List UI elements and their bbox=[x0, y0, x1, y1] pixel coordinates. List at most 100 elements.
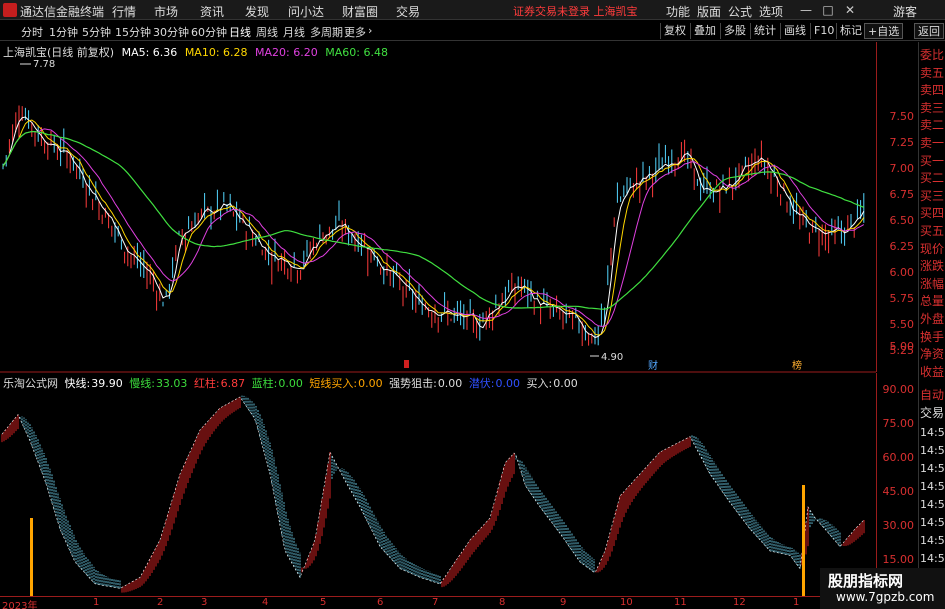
ranking-event-marker: 榜 bbox=[792, 359, 802, 372]
menu-item-options[interactable]: 选项 bbox=[759, 3, 783, 20]
quote-field-label: 换手 bbox=[920, 329, 945, 344]
quote-field-label: 卖五 bbox=[920, 65, 945, 80]
menu-item-quotes[interactable]: 行情 bbox=[112, 3, 136, 20]
price-tick: 5.75 bbox=[889, 292, 915, 305]
menu-item-discover[interactable]: 发现 bbox=[245, 3, 269, 20]
trade-time-label: 14:56 bbox=[920, 426, 945, 439]
fast-line bbox=[1, 396, 865, 589]
date-tick: 1 bbox=[793, 597, 800, 608]
kline-chart[interactable]: 7.78 4.90 财 榜 bbox=[0, 42, 876, 609]
strong-snipe-value: 0.00 bbox=[437, 377, 463, 390]
trade-label[interactable]: 交易 bbox=[920, 404, 945, 422]
price-tick: 5.50 bbox=[889, 318, 915, 331]
period-intraday[interactable]: 分时 bbox=[21, 24, 43, 40]
statistics-button[interactable]: 统计 bbox=[750, 23, 779, 39]
ma20-label: MA20: 6.20 bbox=[255, 46, 318, 59]
trade-time-label: 14:56 bbox=[920, 534, 945, 547]
short-buy-label: 短线买入: bbox=[309, 377, 358, 390]
mark-button[interactable]: 标记 bbox=[836, 23, 865, 39]
draw-line-button[interactable]: 画线 bbox=[780, 23, 809, 39]
adjust-button[interactable]: 复权 bbox=[660, 23, 689, 39]
trade-time-label: 14:56 bbox=[920, 462, 945, 475]
short-buy-value: 0.00 bbox=[358, 377, 383, 390]
menu-item-trade[interactable]: 交易 bbox=[396, 3, 420, 20]
menu-item-ask[interactable]: 问小达 bbox=[288, 3, 324, 20]
period-5min[interactable]: 5分钟 bbox=[82, 24, 111, 40]
slow-line-value: 33.03 bbox=[155, 377, 188, 390]
quote-side-panel: 委比 卖五 卖四 卖三 卖二 卖一 买一 买二 买三 买四 买五 现价 涨跌 涨幅 总量 外盘 换手 净资 收益 自… bbox=[918, 42, 945, 609]
multi-stock-button[interactable]: 多股 bbox=[720, 23, 749, 39]
quote-field-label: 涨幅 bbox=[920, 276, 945, 291]
menu-item-wealth[interactable]: 财富圈 bbox=[342, 3, 378, 20]
strong-snipe-label: 强势狙击: bbox=[389, 377, 437, 390]
trade-time-label: 14:56 bbox=[920, 516, 945, 529]
user-label[interactable]: 游客 bbox=[893, 3, 917, 20]
menu-item-news[interactable]: 资讯 bbox=[200, 3, 224, 20]
site-watermark: 股朋指标网 www.7gpzb.com bbox=[820, 568, 945, 609]
price-tick: 6.50 bbox=[889, 214, 915, 227]
blue-bar-value: 0.00 bbox=[278, 377, 303, 390]
quote-field-label: 涨跌 bbox=[920, 259, 945, 274]
ma10-label: MA10: 6.28 bbox=[184, 46, 248, 59]
red-bar-value: 6.87 bbox=[220, 377, 246, 390]
high-price-marker: 7.78 bbox=[33, 59, 55, 70]
ma10-line bbox=[2, 119, 865, 336]
buy-value: 0.00 bbox=[553, 377, 578, 390]
quote-field-label: 卖一 bbox=[920, 136, 945, 150]
price-tick: 6.00 bbox=[889, 266, 915, 279]
price-tick: 7.00 bbox=[889, 162, 915, 175]
price-tick: 7.25 bbox=[889, 136, 915, 149]
quote-field-label: 委比 bbox=[920, 48, 945, 62]
date-tick: 11 bbox=[674, 597, 687, 608]
menu-item-market[interactable]: 市场 bbox=[154, 3, 178, 20]
f10-button[interactable]: F10 bbox=[810, 23, 837, 39]
indicator-tick: 45.00 bbox=[882, 485, 915, 498]
blue-bar-label: 蓝柱: bbox=[251, 377, 278, 390]
finance-event-marker: 财 bbox=[648, 359, 658, 372]
quote-field-label: 买一 bbox=[920, 153, 945, 168]
date-tick: 5 bbox=[320, 597, 327, 608]
period-monthly[interactable]: 月线 bbox=[283, 24, 305, 40]
buy-signal-bar bbox=[802, 485, 805, 597]
date-tick: 3 bbox=[201, 597, 208, 608]
period-15min[interactable]: 15分钟 bbox=[115, 24, 151, 40]
indicator-info-line: 乐淘公式网 快线:39.90 慢线:33.03 红柱:6.87 蓝柱:0.00 … bbox=[3, 375, 581, 391]
menu-item-formula[interactable]: 公式 bbox=[728, 3, 752, 20]
close-icon[interactable]: ✕ bbox=[842, 2, 858, 18]
auto-trade-label[interactable]: 自动 bbox=[920, 386, 945, 404]
maximize-icon[interactable]: □ bbox=[820, 2, 836, 18]
period-daily[interactable]: 日线 bbox=[229, 24, 251, 40]
quote-field-label: 买三 bbox=[920, 188, 945, 203]
chevron-right-icon[interactable]: › bbox=[368, 24, 372, 37]
date-tick: 6 bbox=[377, 597, 384, 608]
event-flag-marker bbox=[404, 360, 409, 368]
indicator-tick: 75.00 bbox=[882, 417, 915, 430]
menu-bar: 通达信金融终端 行情 市场 资讯 发现 问小达 财富圈 交易 证券交易未登录 上… bbox=[0, 0, 945, 20]
stock-name-label: 上海凯宝(日线 前复权) bbox=[3, 46, 115, 59]
back-button[interactable]: 返回 bbox=[914, 23, 944, 39]
period-weekly[interactable]: 周线 bbox=[256, 24, 278, 40]
date-tick: 7 bbox=[432, 597, 439, 608]
period-multi[interactable]: 多周期 bbox=[310, 24, 343, 40]
ma5-line bbox=[2, 116, 865, 339]
login-notice: 证券交易未登录 上海凯宝 bbox=[513, 5, 638, 18]
menu-item-layout[interactable]: 版面 bbox=[697, 3, 721, 20]
quote-field-label: 收益 bbox=[920, 364, 945, 379]
minimize-icon[interactable]: — bbox=[798, 2, 814, 18]
overlay-button[interactable]: 叠加 bbox=[690, 23, 719, 39]
period-30min[interactable]: 30分钟 bbox=[153, 24, 189, 40]
trade-time-label: 14:56 bbox=[920, 552, 945, 565]
quote-field-label: 总量 bbox=[920, 294, 945, 309]
price-tick: 7.50 bbox=[889, 110, 915, 123]
add-watchlist-button[interactable]: +自选 bbox=[864, 23, 904, 39]
indicator-tick: 90.00 bbox=[882, 383, 915, 396]
period-60min[interactable]: 60分钟 bbox=[191, 24, 227, 40]
indicator-name: 乐淘公式网 bbox=[3, 377, 58, 390]
period-more[interactable]: 更多 bbox=[344, 24, 366, 40]
period-1min[interactable]: 1分钟 bbox=[49, 24, 78, 40]
ma60-line bbox=[2, 130, 865, 310]
period-toolbar: 分时 1分钟 5分钟 15分钟 30分钟 60分钟 日线 周线 月线 多周期 更… bbox=[0, 21, 945, 41]
quote-field-label: 买四 bbox=[920, 206, 945, 221]
menu-item-function[interactable]: 功能 bbox=[666, 3, 690, 20]
quote-field-label: 外盘 bbox=[920, 312, 945, 326]
